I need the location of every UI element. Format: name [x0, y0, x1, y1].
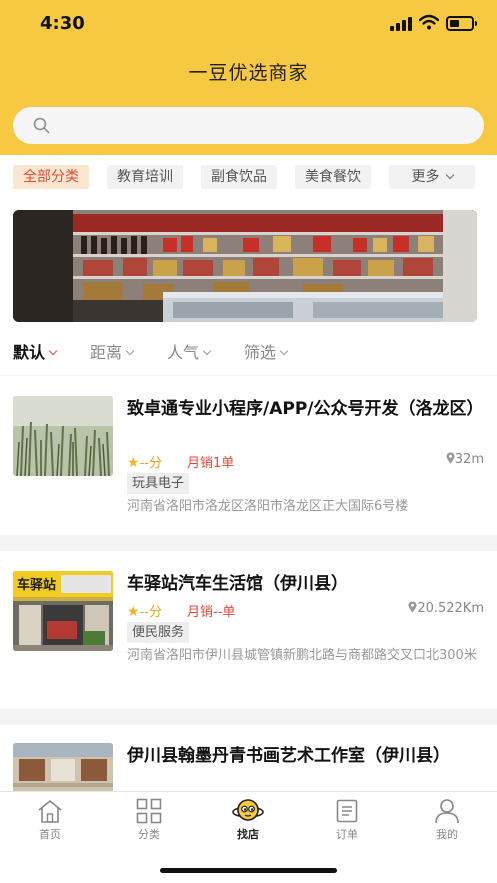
shop-rating-value: --分 — [139, 456, 162, 471]
tab-category[interactable]: 分类 — [119, 798, 179, 842]
chevron-down-icon — [202, 346, 212, 356]
find-store-icon — [232, 799, 264, 821]
tab-profile-label: 我的 — [436, 828, 458, 841]
store-shelves-image — [13, 210, 477, 322]
category-more-label: 更多 — [411, 169, 440, 185]
order-icon — [336, 799, 358, 823]
shop-card[interactable]: 致卓通专业小程序/APP/公众号开发（洛龙区） ★--分 月销1单 32m 玩具… — [0, 376, 497, 535]
tab-orders-label: 订单 — [336, 828, 358, 841]
shop-address: 河南省洛阳市伊川县城管镇新鹏北路与商都路交叉口北300米 — [127, 648, 477, 663]
tab-orders[interactable]: 订单 — [317, 798, 377, 842]
wifi-icon — [419, 14, 439, 30]
shop-card[interactable]: 伊川县翰墨丹青书画艺术工作室（伊川县） — [0, 725, 497, 791]
shop-tag: 玩具电子 — [127, 473, 190, 494]
sort-distance[interactable]: 距离 — [90, 339, 135, 363]
tab-find-store-label: 找店 — [237, 828, 259, 841]
category-food-drinks[interactable]: 副食饮品 — [201, 165, 277, 189]
shop-rating: ★--分 — [127, 452, 162, 471]
home-indicator — [160, 868, 337, 873]
sort-bar: 默认 距离 人气 筛选 — [0, 335, 497, 375]
sort-default-label: 默认 — [13, 343, 46, 362]
shop-sales: 月销--单 — [187, 605, 236, 620]
page-title: 一豆优选商家 — [188, 62, 309, 84]
shop-thumbnail — [13, 743, 113, 791]
chevron-down-icon — [279, 346, 289, 356]
star-icon: ★ — [127, 455, 140, 471]
tab-profile[interactable]: 我的 — [417, 798, 477, 842]
sort-popularity-label: 人气 — [167, 343, 200, 362]
shop-name: 致卓通专业小程序/APP/公众号开发（洛龙区） — [127, 399, 484, 419]
tab-find-store[interactable]: 找店 — [218, 798, 278, 842]
chevron-down-icon — [445, 170, 454, 180]
sort-filter[interactable]: 筛选 — [244, 339, 289, 363]
shop-distance-value: 32m — [454, 452, 484, 467]
sort-default[interactable]: 默认 — [13, 339, 58, 363]
tab-home[interactable]: 首页 — [20, 798, 80, 842]
shop-distance-value: 20.522Km — [417, 601, 484, 616]
category-education[interactable]: 教育培训 — [107, 165, 183, 189]
category-bar: 全部分类 教育培训 副食饮品 美食餐饮 更多 — [0, 155, 497, 197]
shop-address: 河南省洛阳市洛龙区洛阳市洛龙区正大国际6号楼 — [127, 499, 409, 514]
location-pin-icon — [446, 452, 455, 464]
location-pin-icon — [408, 601, 417, 613]
status-bar: 4:30 — [0, 0, 497, 48]
shop-rating: ★--分 — [127, 601, 162, 620]
home-icon — [38, 800, 62, 823]
grid-icon — [136, 798, 162, 824]
shop-rating-value: --分 — [139, 605, 162, 620]
signal-icon — [390, 17, 414, 31]
shop-sales: 月销1单 — [187, 456, 235, 471]
category-all[interactable]: 全部分类 — [13, 165, 89, 189]
header: 4:30 一豆优选商家 — [0, 0, 497, 155]
chevron-down-icon — [48, 346, 58, 356]
shop-thumbnail — [13, 396, 113, 476]
shop-name: 伊川县翰墨丹青书画艺术工作室（伊川县） — [127, 746, 450, 766]
sort-popularity[interactable]: 人气 — [167, 339, 212, 363]
shop-card[interactable]: 车驿站 车驿站汽车生活馆（伊川县） ★--分 月销--单 20.522Km 便民… — [0, 551, 497, 709]
banner-section — [0, 197, 497, 335]
sort-distance-label: 距离 — [90, 343, 123, 362]
storefront-sign-text: 车驿站 — [17, 577, 56, 593]
status-time: 4:30 — [40, 13, 85, 34]
shop-name: 车驿站汽车生活馆（伊川县） — [127, 574, 348, 594]
user-icon — [435, 799, 459, 824]
search-input[interactable] — [59, 113, 469, 138]
search-bar[interactable] — [13, 107, 484, 144]
search-icon — [33, 117, 50, 134]
shop-tag: 便民服务 — [127, 622, 190, 643]
shop-thumbnail: 车驿站 — [13, 571, 113, 651]
star-icon: ★ — [127, 604, 140, 620]
banner-image[interactable] — [13, 210, 477, 322]
shop-distance: 32m — [446, 452, 484, 467]
shop-distance: 20.522Km — [408, 601, 484, 616]
chevron-down-icon — [125, 346, 135, 356]
category-more[interactable]: 更多 — [389, 165, 475, 189]
tab-category-label: 分类 — [138, 828, 160, 841]
battery-icon — [446, 16, 477, 31]
sort-filter-label: 筛选 — [244, 343, 277, 362]
tab-home-label: 首页 — [39, 828, 61, 841]
category-dining[interactable]: 美食餐饮 — [295, 165, 371, 189]
